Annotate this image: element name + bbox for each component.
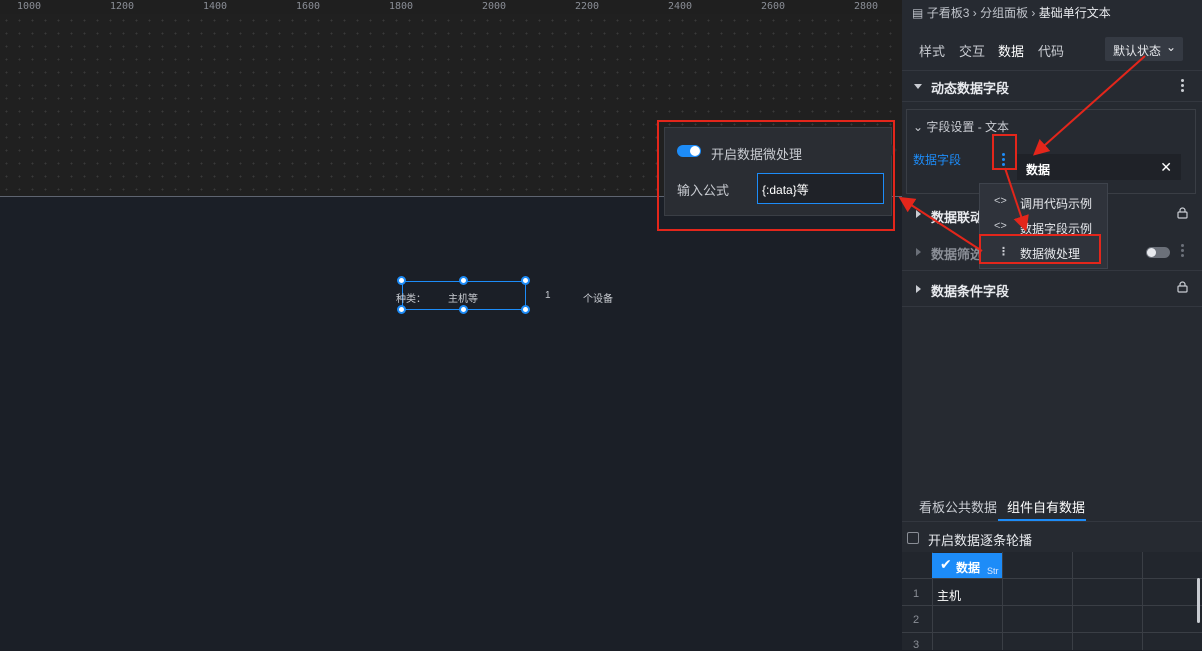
- resize-handle[interactable]: [459, 276, 468, 285]
- code-icon: <>: [994, 220, 1007, 232]
- menu-item-label: 调用代码示例: [1020, 197, 1093, 211]
- resize-handle[interactable]: [521, 305, 530, 314]
- carousel-label: 开启数据逐条轮播: [928, 533, 1033, 548]
- code-icon: <>: [994, 195, 1007, 207]
- table-col-divider: [1142, 552, 1143, 650]
- more-icon[interactable]: [1181, 244, 1185, 259]
- section-divider: [902, 306, 1202, 307]
- field-settings-label: 字段设置 - 文本: [926, 120, 1010, 134]
- annotation-box-field-menu: [992, 134, 1017, 170]
- menu-item-code-example[interactable]: <> 调用代码示例: [980, 190, 1109, 214]
- state-select[interactable]: 默认状态 ⌄: [1105, 37, 1183, 61]
- canvas-area[interactable]: 1000 1200 1400 1600 1800 2000 2200 2400 …: [0, 0, 902, 650]
- widget-unit: 个设备: [583, 294, 613, 305]
- section-divider: [902, 270, 1202, 271]
- table-col-divider: [1072, 552, 1073, 650]
- table-row-divider: [902, 578, 1202, 579]
- table-row-divider: [902, 632, 1202, 633]
- tab-data[interactable]: 数据: [998, 41, 1024, 60]
- table-row-divider: [902, 605, 1202, 606]
- horizontal-ruler: 1000 1200 1400 1600 1800 2000 2200 2400 …: [0, 0, 902, 14]
- row-number: 2: [913, 614, 920, 626]
- chevron-down-icon: ⌄: [913, 120, 927, 134]
- lock-icon: [1177, 281, 1188, 293]
- data-field-label: 数据字段: [913, 153, 962, 167]
- breadcrumb-item[interactable]: 子看板3: [927, 6, 970, 20]
- data-field-value: 数据: [1026, 163, 1051, 177]
- column-name: 数据: [956, 561, 981, 575]
- ruler-tick: 1800: [389, 1, 414, 12]
- ruler-tick: 1000: [17, 1, 42, 12]
- annotation-box-popover: [657, 120, 895, 231]
- ruler-tick: 2400: [668, 1, 693, 12]
- breadcrumb-item[interactable]: 分组面板: [980, 6, 1028, 20]
- row-number: 1: [913, 588, 920, 600]
- section-dynamic-fields[interactable]: 动态数据字段: [931, 78, 1009, 97]
- section-data-filter[interactable]: 数据筛选: [931, 244, 983, 263]
- state-select-value: 默认状态: [1113, 44, 1162, 58]
- tab-code[interactable]: 代码: [1038, 41, 1064, 60]
- field-settings-title[interactable]: ⌄ 字段设置 - 文本: [913, 118, 1009, 135]
- ruler-tick: 1200: [110, 1, 135, 12]
- widget-count: 1: [545, 290, 551, 301]
- toggle-knob: [1147, 248, 1156, 257]
- breadcrumb: ▤ 子看板3 › 分组面板 › 基础单行文本: [912, 4, 1111, 21]
- column-header-data[interactable]: ✔ 数据 Str: [932, 553, 1002, 578]
- tab-own-data[interactable]: 组件自有数据: [1007, 497, 1085, 516]
- data-field-select[interactable]: 数据 ✕: [1017, 154, 1181, 180]
- carousel-checkbox[interactable]: [907, 532, 919, 544]
- caret-right-icon[interactable]: [916, 210, 921, 218]
- caret-right-icon[interactable]: [916, 285, 921, 293]
- ruler-tick: 2800: [854, 1, 879, 12]
- board-icon: ▤: [912, 6, 924, 20]
- caret-right-icon[interactable]: [916, 248, 921, 256]
- tab-interaction[interactable]: 交互: [959, 41, 985, 60]
- section-data-linkage[interactable]: 数据联动: [931, 207, 983, 226]
- close-icon[interactable]: ✕: [1160, 159, 1172, 176]
- section-conditional-fields[interactable]: 数据条件字段: [931, 281, 1009, 300]
- widget-value: 主机等: [448, 294, 478, 305]
- tabs-divider: [902, 70, 1202, 71]
- caret-down-icon[interactable]: [914, 84, 922, 89]
- ruler-tick: 2000: [482, 1, 507, 12]
- chevron-right-icon: ›: [1031, 6, 1039, 20]
- widget-label: 种类：: [396, 294, 426, 305]
- resize-handle[interactable]: [397, 276, 406, 285]
- column-type: Str: [987, 566, 999, 576]
- resize-handle[interactable]: [397, 305, 406, 314]
- lock-icon: [1177, 207, 1188, 219]
- row-number: 3: [913, 639, 920, 651]
- check-icon: ✔: [940, 556, 952, 572]
- ruler-tick: 1400: [203, 1, 228, 12]
- tab-board-data[interactable]: 看板公共数据: [919, 497, 997, 516]
- section-divider: [902, 101, 1202, 102]
- active-tab-indicator: [998, 519, 1086, 521]
- breadcrumb-current: 基础单行文本: [1038, 6, 1111, 20]
- resize-handle[interactable]: [521, 276, 530, 285]
- ruler-tick: 2600: [761, 1, 786, 12]
- table-col-divider: [1002, 552, 1003, 650]
- table-cell[interactable]: 主机: [937, 587, 961, 604]
- tab-style[interactable]: 样式: [919, 41, 945, 60]
- more-icon[interactable]: [1181, 79, 1185, 94]
- resize-handle[interactable]: [459, 305, 468, 314]
- filter-toggle[interactable]: [1146, 247, 1170, 258]
- table-scrollbar[interactable]: [1197, 578, 1200, 623]
- ruler-tick: 2200: [575, 1, 600, 12]
- chevron-right-icon: ›: [972, 6, 981, 20]
- annotation-box-menu-item: [979, 234, 1101, 264]
- chevron-down-icon: ⌄: [1165, 40, 1176, 54]
- ruler-tick: 1600: [296, 1, 321, 12]
